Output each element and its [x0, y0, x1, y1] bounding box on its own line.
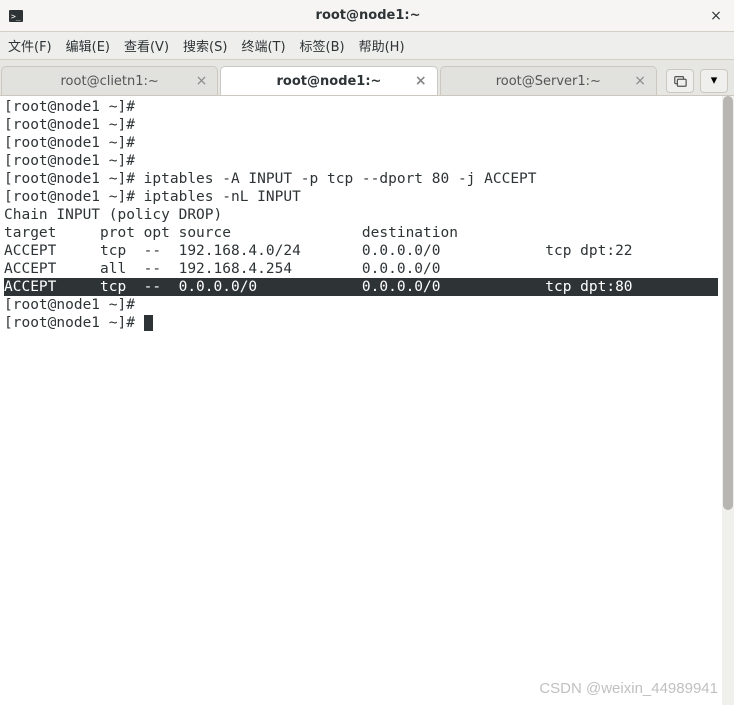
tab-label: root@node1:~ — [277, 74, 382, 89]
new-tab-icon — [673, 74, 687, 88]
menu-help[interactable]: 帮助(H) — [359, 36, 405, 55]
menu-tabs[interactable]: 标签(B) — [300, 36, 345, 55]
menu-file[interactable]: 文件(F) — [8, 36, 52, 55]
menu-view[interactable]: 查看(V) — [124, 36, 169, 55]
chevron-down-icon: ▾ — [711, 73, 718, 88]
terminal-app-icon: >_ — [8, 8, 24, 24]
terminal-output[interactable]: [root@node1 ~]# [root@node1 ~]# [root@no… — [0, 96, 722, 705]
window-titlebar: >_ root@node1:~ × — [0, 0, 734, 32]
menu-edit[interactable]: 编辑(E) — [66, 36, 110, 55]
scrollbar-thumb[interactable] — [723, 96, 733, 510]
tab-close-icon[interactable]: × — [196, 73, 208, 89]
tab-label: root@clietn1:~ — [61, 74, 159, 89]
menubar: 文件(F) 编辑(E) 查看(V) 搜索(S) 终端(T) 标签(B) 帮助(H… — [0, 32, 734, 60]
tab-actions: ▾ — [658, 66, 734, 95]
svg-text:>_: >_ — [11, 12, 21, 21]
tab-label: root@Server1:~ — [496, 74, 601, 89]
tab-node1[interactable]: root@node1:~ × — [220, 66, 437, 95]
menu-terminal[interactable]: 终端(T) — [241, 36, 285, 55]
tab-close-icon[interactable]: × — [415, 73, 427, 89]
scrollbar-vertical[interactable] — [722, 96, 734, 705]
tab-server1[interactable]: root@Server1:~ × — [440, 66, 657, 95]
tab-menu-button[interactable]: ▾ — [700, 69, 728, 93]
tab-close-icon[interactable]: × — [634, 73, 646, 89]
tab-clietn1[interactable]: root@clietn1:~ × — [1, 66, 218, 95]
window-title: root@node1:~ — [30, 8, 706, 23]
tab-bar: root@clietn1:~ × root@node1:~ × root@Ser… — [0, 60, 734, 96]
menu-search[interactable]: 搜索(S) — [183, 36, 227, 55]
new-tab-button[interactable] — [666, 69, 694, 93]
window-close-button[interactable]: × — [706, 6, 726, 26]
terminal-pane: [root@node1 ~]# [root@node1 ~]# [root@no… — [0, 96, 734, 705]
